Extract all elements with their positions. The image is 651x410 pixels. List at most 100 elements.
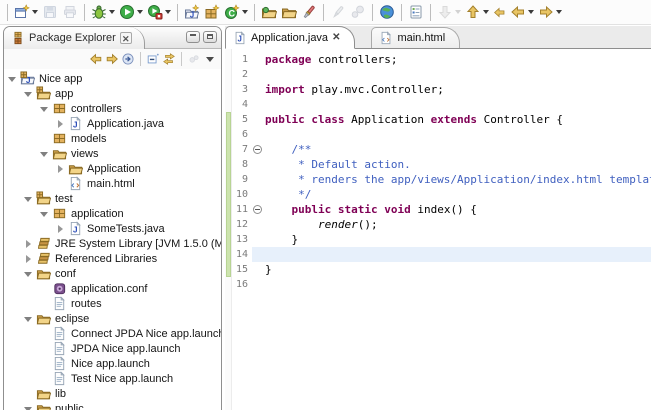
save-icon	[42, 4, 58, 20]
new-wizard-button[interactable]	[12, 2, 40, 23]
filters-icon[interactable]	[187, 52, 201, 66]
package-explorer-tab[interactable]: Package Explorer ✕	[4, 27, 145, 49]
forward-button[interactable]	[536, 2, 564, 23]
expander-icon[interactable]	[24, 194, 34, 204]
folder-icon	[36, 266, 51, 281]
arrow-up-icon	[465, 4, 481, 20]
open-folder-button[interactable]	[279, 2, 299, 23]
print-button[interactable]	[60, 2, 80, 23]
expander-icon[interactable]	[56, 224, 66, 234]
chevron-down-icon[interactable]	[165, 10, 171, 14]
expander-icon[interactable]	[40, 209, 50, 219]
paintbrush-button[interactable]	[299, 2, 319, 23]
tree-item-sometests-java[interactable]: SomeTests.java	[4, 221, 221, 236]
previous-annotation-button[interactable]	[463, 2, 491, 23]
bubbles-button[interactable]	[348, 2, 368, 23]
chevron-down-icon[interactable]	[483, 10, 489, 14]
expander-icon[interactable]	[24, 269, 34, 279]
code-line: 7 /**	[225, 142, 651, 157]
tree-item-controllers[interactable]: controllers	[4, 101, 221, 116]
expander-icon[interactable]	[40, 149, 50, 159]
tree-item-application-package[interactable]: application	[4, 206, 221, 221]
tree-item-models[interactable]: models	[4, 131, 221, 146]
collapse-all-icon[interactable]	[146, 52, 160, 66]
expander-icon[interactable]	[24, 314, 34, 324]
tree-item-connect-jpda-launch[interactable]: Connect JPDA Nice app.launch	[4, 326, 221, 341]
expander-icon[interactable]	[24, 254, 34, 264]
chevron-down-icon[interactable]	[109, 10, 115, 14]
line-number: 2	[225, 67, 252, 82]
tree-item-jre-system-library[interactable]: JRE System Library [JVM 1.5.0 (Mac	[4, 236, 221, 251]
tree-item-jpda-launch[interactable]: JPDA Nice app.launch	[4, 341, 221, 356]
run-external-icon	[147, 4, 163, 20]
next-annotation-button[interactable]	[435, 2, 463, 23]
tree-item-nice-app-launch[interactable]: Nice app.launch	[4, 356, 221, 371]
tree-item-public[interactable]: public	[4, 401, 221, 410]
back-icon[interactable]	[89, 52, 103, 66]
go-into-icon[interactable]	[121, 52, 135, 66]
view-menu-icon[interactable]	[206, 57, 214, 62]
tasks-button[interactable]	[406, 2, 426, 23]
expander-icon[interactable]	[8, 74, 18, 84]
run-button[interactable]	[117, 2, 145, 23]
run-external-tools-button[interactable]	[145, 2, 173, 23]
expander-icon[interactable]	[24, 89, 34, 99]
new-class-button[interactable]	[222, 2, 250, 23]
save-button[interactable]	[40, 2, 60, 23]
highlighter-button[interactable]	[328, 2, 348, 23]
last-edit-location-button[interactable]	[491, 2, 508, 23]
minimize-button[interactable]	[186, 31, 200, 43]
tree-item-main-html[interactable]: main.html	[4, 176, 221, 191]
globe-icon	[379, 4, 395, 20]
expander-icon[interactable]	[56, 164, 66, 174]
fold-marker-icon[interactable]	[253, 205, 262, 214]
new-package-button[interactable]	[202, 2, 222, 23]
expander-icon[interactable]	[40, 104, 50, 114]
line-number: 12	[225, 217, 252, 232]
line-number: 9	[225, 172, 252, 187]
chevron-down-icon[interactable]	[242, 10, 248, 14]
tree-item-app[interactable]: app	[4, 86, 221, 101]
tab-application-java[interactable]: Application.java ✕	[225, 26, 355, 49]
code-line: 8 * Default action.	[225, 157, 651, 172]
tree-item-referenced-libraries[interactable]: Referenced Libraries	[4, 251, 221, 266]
toolbar-separator	[323, 4, 324, 21]
chevron-down-icon[interactable]	[556, 10, 562, 14]
tree-item-application-folder[interactable]: Application	[4, 161, 221, 176]
expander-icon[interactable]	[24, 239, 34, 249]
tree-item-views[interactable]: views	[4, 146, 221, 161]
tree-item-eclipse[interactable]: eclipse	[4, 311, 221, 326]
chevron-down-icon[interactable]	[32, 10, 38, 14]
code-line: 6	[225, 127, 651, 142]
chevron-down-icon[interactable]	[455, 10, 461, 14]
tree-item-application-conf[interactable]: application.conf	[4, 281, 221, 296]
new-java-project-button[interactable]	[182, 2, 202, 23]
tab-main-html[interactable]: main.html	[371, 27, 460, 48]
link-with-editor-icon[interactable]	[162, 52, 176, 66]
forward-icon[interactable]	[105, 52, 119, 66]
back-button[interactable]	[508, 2, 536, 23]
tree-item-test-nice-app-launch[interactable]: Test Nice app.launch	[4, 371, 221, 386]
debug-button[interactable]	[89, 2, 117, 23]
chevron-down-icon[interactable]	[137, 10, 143, 14]
open-folder-green-button[interactable]	[259, 2, 279, 23]
expander-icon[interactable]	[56, 119, 66, 129]
web-browser-button[interactable]	[377, 2, 397, 23]
tree-item-nice-app[interactable]: Nice app	[4, 71, 221, 86]
tree-item-conf[interactable]: conf	[4, 266, 221, 281]
tree-item-test[interactable]: test	[4, 191, 221, 206]
maximize-button[interactable]	[203, 31, 217, 43]
tree-item-application-java[interactable]: Application.java	[4, 116, 221, 131]
launch-file-icon	[52, 326, 67, 341]
close-icon[interactable]: ✕	[120, 32, 132, 44]
text-file-icon	[52, 296, 67, 311]
fold-marker-icon[interactable]	[253, 145, 262, 154]
tree-item-routes[interactable]: routes	[4, 296, 221, 311]
code-editor[interactable]: 1package controllers; 2 3import play.mvc…	[225, 49, 651, 410]
code-line: 16	[225, 277, 651, 292]
expander-icon[interactable]	[24, 404, 34, 410]
tree-item-lib[interactable]: lib	[4, 386, 221, 401]
close-icon[interactable]: ✕	[332, 32, 340, 43]
chevron-down-icon[interactable]	[528, 10, 534, 14]
arrow-left-icon	[510, 4, 526, 20]
